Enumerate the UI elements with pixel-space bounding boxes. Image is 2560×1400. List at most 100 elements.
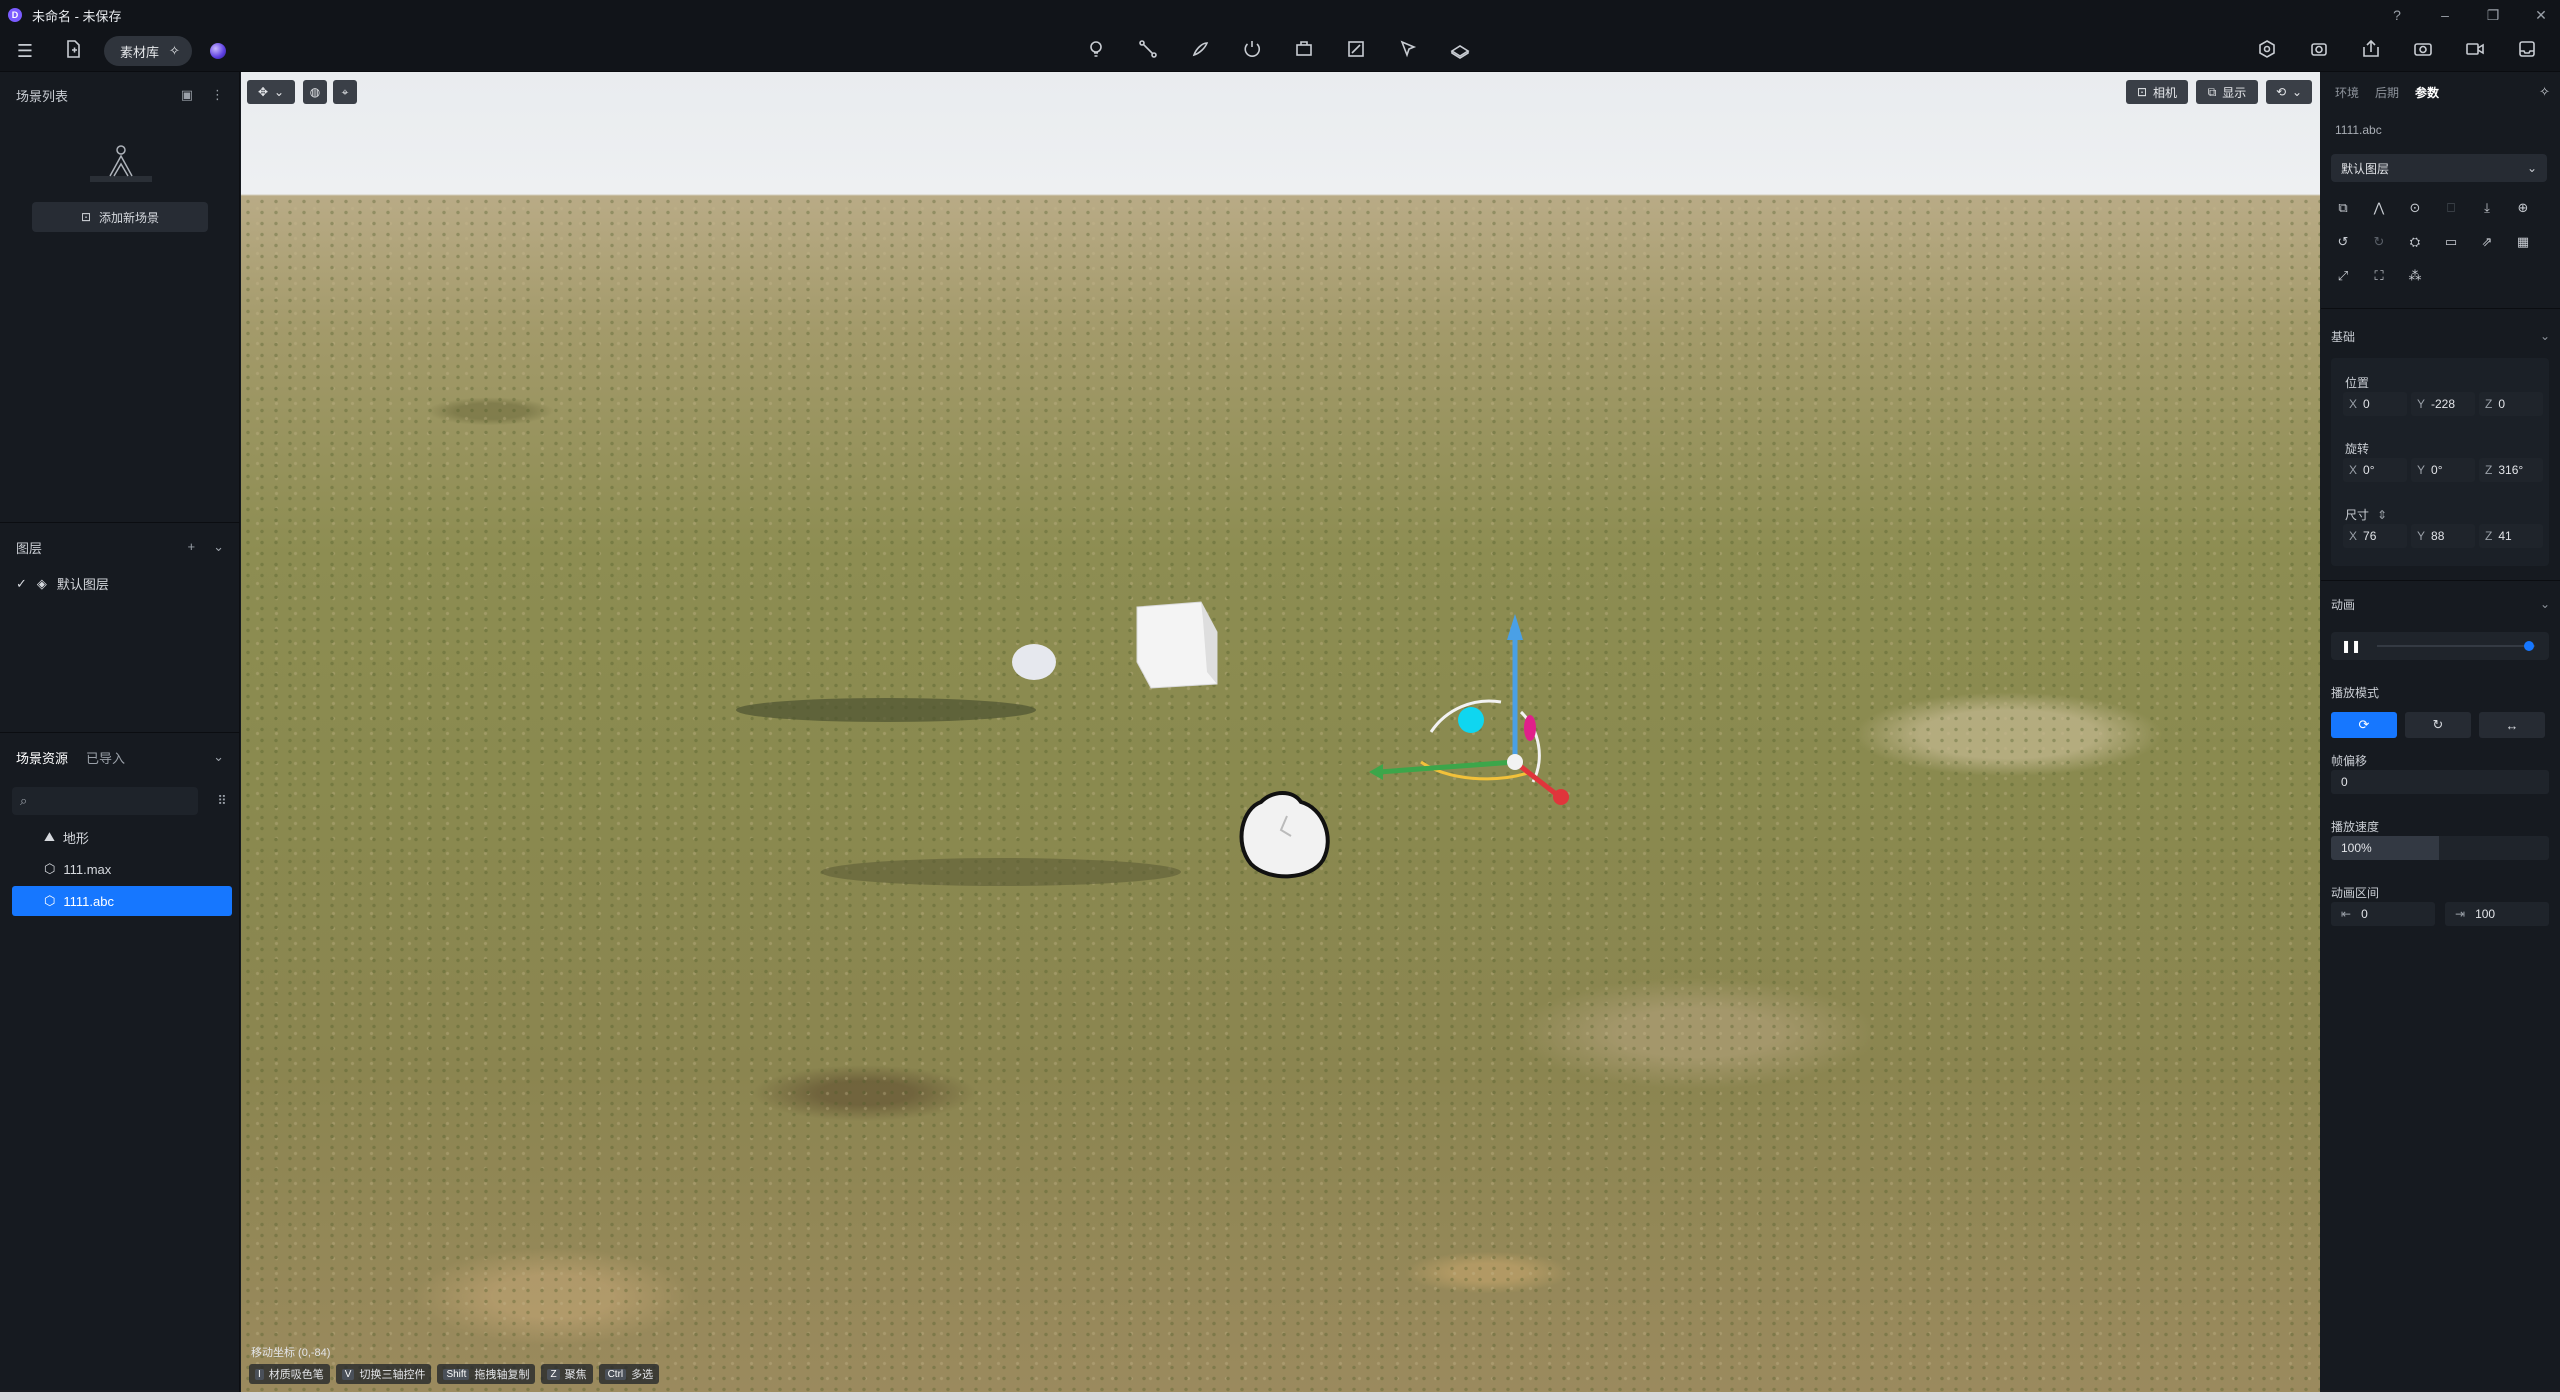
duplicate-icon[interactable]: ⊕ <box>2513 198 2533 218</box>
once-mode-button[interactable]: ↻ <box>2405 712 2471 738</box>
size-x-field[interactable]: X 76 <box>2343 524 2407 548</box>
path-tool-icon[interactable] <box>1137 39 1159 64</box>
material-icon[interactable]: ⛭ <box>2405 232 2425 252</box>
terrain-tool-icon[interactable] <box>1449 39 1471 64</box>
white-cube-object[interactable] <box>1136 601 1218 689</box>
export-icon[interactable] <box>2360 39 2382 64</box>
render-icon[interactable] <box>2256 39 2278 64</box>
ai-orb-icon[interactable] <box>209 43 226 59</box>
grid-view-icon[interactable]: ⠿ <box>212 787 232 815</box>
tree-item-1111abc[interactable]: ⬡ 1111.abc <box>12 886 232 916</box>
annotate-icon[interactable] <box>1397 39 1419 64</box>
add-layer-icon[interactable]: + <box>188 539 196 555</box>
mirror-icon[interactable]: ⋀ <box>2369 198 2389 218</box>
object-tool-icon[interactable] <box>1293 39 1315 64</box>
menu-icon[interactable]: ☰ <box>14 40 36 62</box>
hint-item: I 材质吸色笔 <box>249 1364 330 1384</box>
size-fields: X 76 Y 88 Z 41 <box>2343 524 2543 548</box>
frame-offset-input[interactable]: 0 <box>2331 770 2549 794</box>
search-icon: ⌕ <box>20 793 28 808</box>
tab-scene-assets[interactable]: 场景资源 <box>16 748 68 767</box>
drop-to-ground-icon[interactable]: ⤓ <box>2477 198 2497 218</box>
more-icon[interactable]: ⋮ <box>211 87 224 103</box>
lasso-icon[interactable] <box>1189 39 1211 64</box>
layers-header: 图层 + ⌄ <box>0 530 240 564</box>
3d-viewport[interactable]: ✥ ⌄ ◍ ⌖ ⊡ 相机 ⧉ 显示 ⟲ ⌄ 移动坐标 (0,-84) I 材质吸… <box>241 72 2320 1392</box>
hint-item: Shift 拖拽轴复制 <box>437 1364 536 1384</box>
library-button[interactable]: 素材库 ✧ <box>104 36 192 66</box>
divider <box>0 732 240 733</box>
tree-item-label: 地形 <box>62 830 89 846</box>
range-end-input[interactable]: ⇥ 100 <box>2445 902 2549 926</box>
restore-icon[interactable]: ❐ <box>2484 7 2502 24</box>
tree-item-terrain[interactable]: ⛰ 地形 <box>12 822 232 852</box>
object-actions: ⧉ ⋀ ⊙ ⎕ ⤓ ⊕ ↺ ↻ ⛭ ▭ ⇗ ▦ ⤢ ⛶ ⁂ <box>2333 198 2553 286</box>
hint-item: Ctrl 多选 <box>598 1364 660 1384</box>
position-fields: X0 Y -228 Z0 <box>2343 392 2543 416</box>
transform-gizmo[interactable] <box>1369 614 1569 805</box>
animation-section-header[interactable]: 动画 ⌄ <box>2321 590 2560 618</box>
collapse-icon[interactable]: ⌄ <box>213 749 224 765</box>
position-x-field[interactable]: X0 <box>2343 392 2407 416</box>
output-tray-icon[interactable] <box>2516 39 2538 64</box>
sparkle-icon: ✧ <box>169 43 180 58</box>
tab-parameters[interactable]: 参数 <box>2415 84 2439 101</box>
check-icon[interactable]: ✓ <box>16 576 27 592</box>
position-y-field[interactable]: Y -228 <box>2411 392 2475 416</box>
loop-mode-button[interactable]: ⟳ <box>2331 712 2397 738</box>
pin-icon[interactable]: ✧ <box>2539 84 2550 100</box>
selected-character-object[interactable] <box>1239 791 1330 879</box>
reset-icon[interactable]: ↺ <box>2333 232 2353 252</box>
asset-search-input[interactable]: ⌕ <box>12 787 198 815</box>
position-z-field[interactable]: Z0 <box>2479 392 2543 416</box>
measure-icon[interactable] <box>1345 39 1367 64</box>
copy-icon[interactable]: ⧉ <box>2333 198 2353 218</box>
group-icon[interactable]: ▦ <box>2513 232 2533 252</box>
layer-item-default[interactable]: ✓ ◈ 默认图层 <box>16 574 109 593</box>
minimize-icon[interactable]: – <box>2436 7 2454 23</box>
add-scene-button[interactable]: ⊡ 添加新场景 <box>32 202 208 232</box>
new-file-icon[interactable] <box>62 39 84 64</box>
replace-icon[interactable]: ⇗ <box>2477 232 2497 252</box>
speed-slider[interactable]: 100% <box>2331 836 2549 860</box>
size-y-field[interactable]: Y 88 <box>2411 524 2475 548</box>
tab-post[interactable]: 后期 <box>2375 84 2399 101</box>
help-icon[interactable]: ? <box>2388 7 2406 23</box>
layer-dropdown[interactable]: 默认图层 ⌄ <box>2331 154 2547 182</box>
video-icon[interactable] <box>2464 39 2486 64</box>
screenshot-icon[interactable] <box>2412 39 2434 64</box>
range-start-input[interactable]: ⇤ 0 <box>2331 902 2435 926</box>
camera-bag-icon[interactable] <box>2308 39 2330 64</box>
scale-icon[interactable]: ⤢ <box>2333 266 2353 286</box>
pause-icon[interactable]: ❚❚ <box>2341 639 2361 653</box>
align-icon: ⎕ <box>2447 200 2455 215</box>
tab-imported[interactable]: 已导入 <box>86 748 125 767</box>
add-scene-icon[interactable]: ▣ <box>181 87 193 103</box>
folder-icon[interactable]: ▭ <box>2441 232 2461 252</box>
animation-timeline-slider[interactable] <box>2377 645 2535 647</box>
tree-item-111max[interactable]: ⬡ 111.max <box>12 854 232 884</box>
rotation-x-field[interactable]: X 0° <box>2343 458 2407 482</box>
lock-ratio-icon[interactable]: ⇕ <box>2377 508 2387 522</box>
rotation-y-field[interactable]: Y 0° <box>2411 458 2475 482</box>
basic-section-header[interactable]: 基础 ⌄ <box>2321 322 2560 350</box>
rotate-tool-icon[interactable] <box>1241 39 1263 64</box>
rotate-handle[interactable] <box>1458 707 1484 733</box>
x-axis-handle[interactable] <box>1378 759 1516 775</box>
collapse-icon[interactable]: ⌄ <box>213 539 224 555</box>
focus-icon[interactable]: ⊙ <box>2405 198 2425 218</box>
status-strip <box>0 1392 2560 1400</box>
divider <box>2321 580 2560 581</box>
sphere-object[interactable] <box>1012 644 1056 680</box>
tab-environment[interactable]: 环境 <box>2335 84 2359 101</box>
tree-item-label: 111.max <box>63 861 112 877</box>
timeline-handle[interactable] <box>2523 641 2534 651</box>
light-bulb-icon[interactable] <box>1085 39 1107 64</box>
pingpong-mode-button[interactable]: ↔ <box>2479 712 2545 738</box>
close-icon[interactable]: ✕ <box>2532 7 2550 24</box>
rotation-z-field[interactable]: Z 316° <box>2479 458 2543 482</box>
fit-icon[interactable]: ⛶ <box>2369 266 2389 286</box>
size-z-field[interactable]: Z 41 <box>2479 524 2543 548</box>
scatter-icon[interactable]: ⁂ <box>2405 266 2425 286</box>
rotation-label: 旋转 <box>2345 442 2370 456</box>
